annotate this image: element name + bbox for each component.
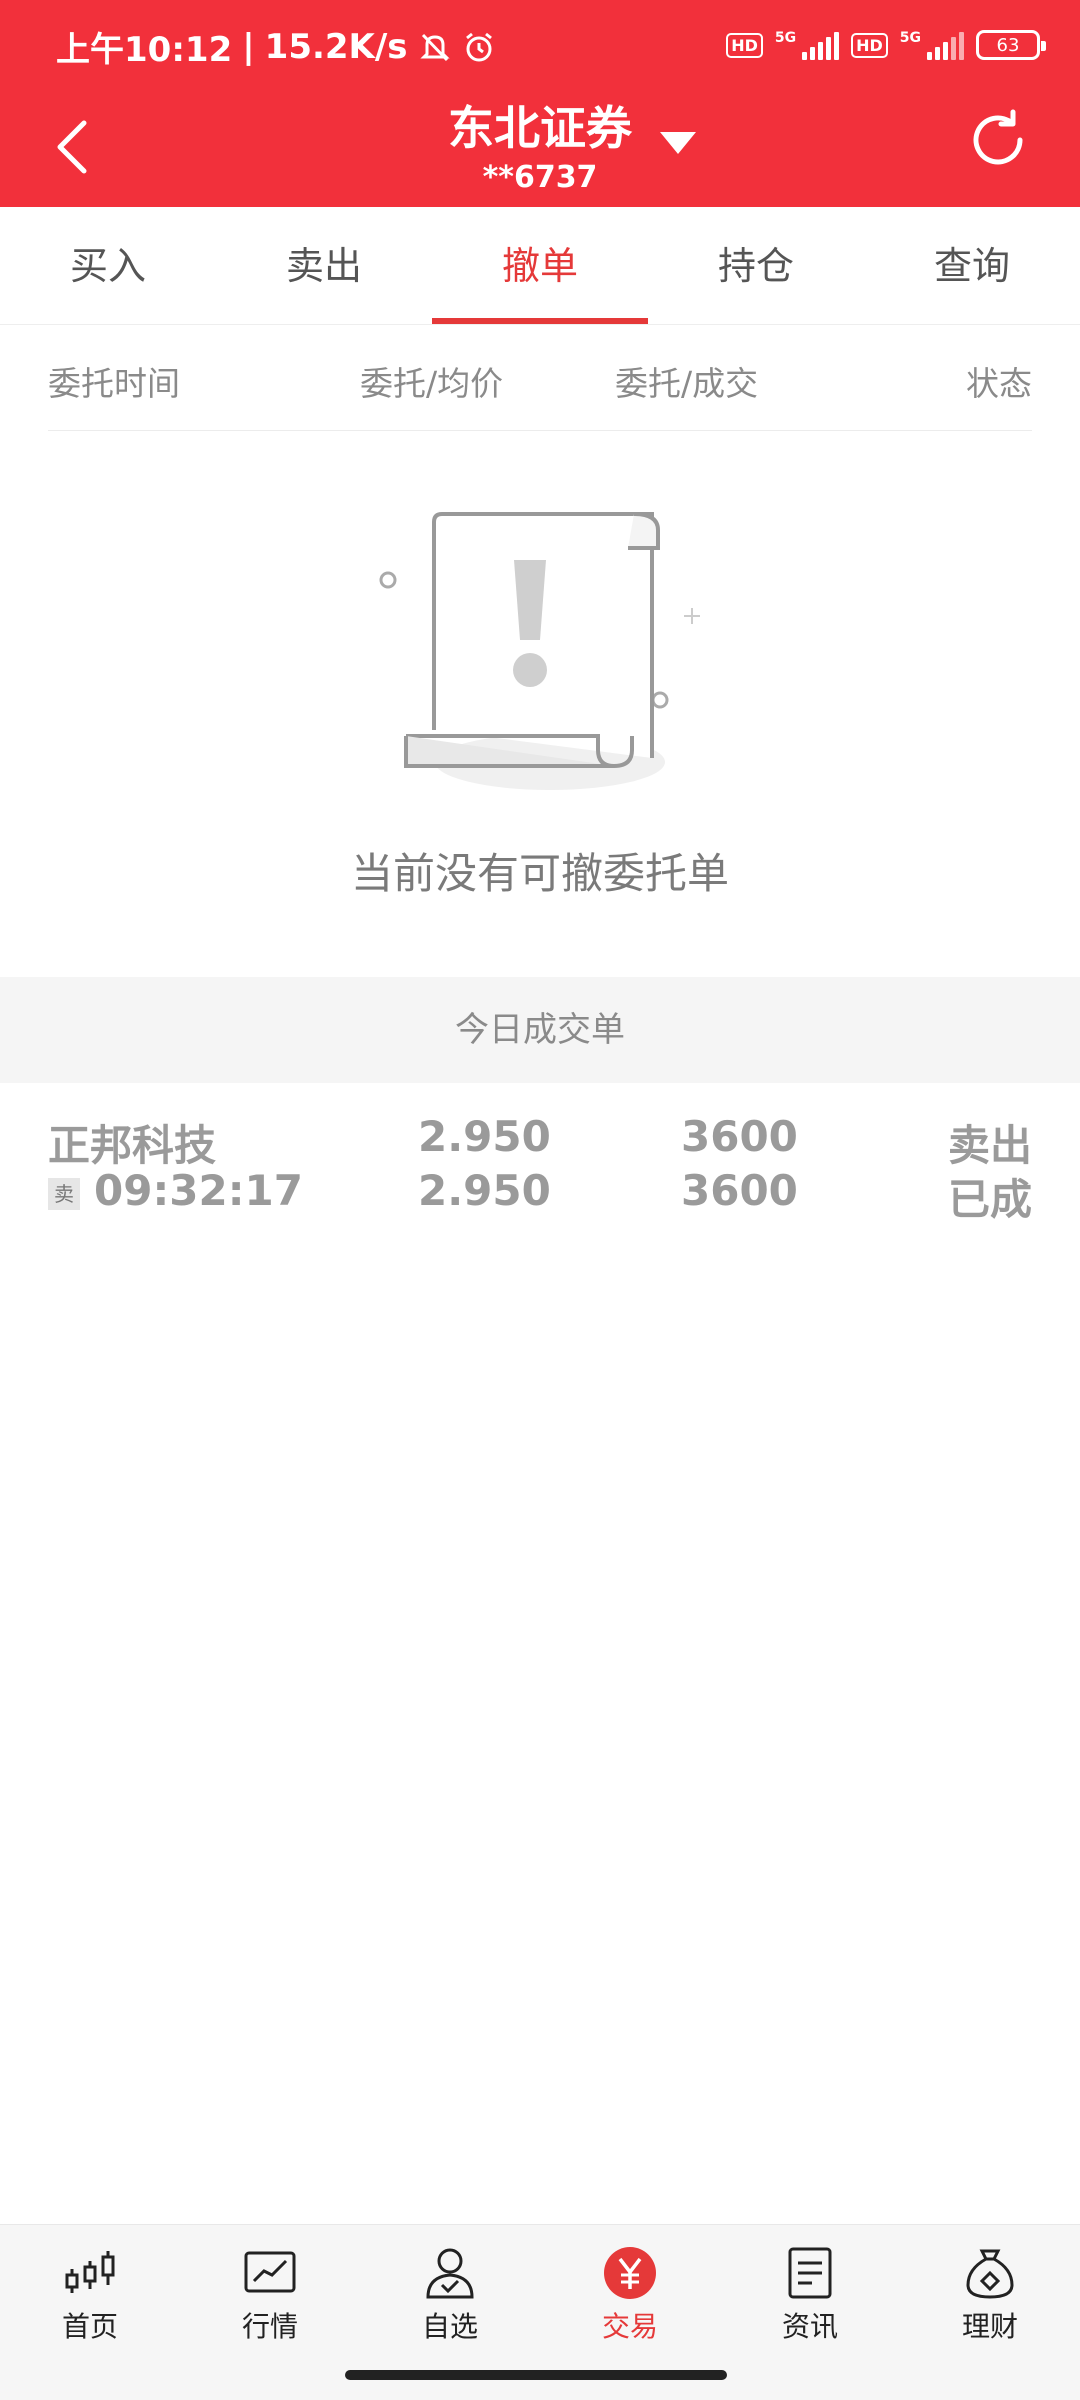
signal-icon-2 [927,30,964,60]
col-order-time: 委托时间 [48,364,180,403]
tab-sell[interactable]: 卖出 [216,207,432,324]
empty-state-message: 当前没有可撤委托单 [350,849,729,898]
sell-tag: 卖 [48,1178,80,1210]
nav-trade-label: 交易 [601,2310,658,2343]
col-order-qty: 委托/成交 [615,364,759,403]
alarm-icon [465,32,492,61]
battery-level: 63 [996,34,1020,56]
hd-badge-1: HD [726,32,763,58]
network-type-2: 5G [899,30,921,46]
nav-wealth[interactable]: 理财 [900,2225,1080,2400]
refresh-icon [973,109,1023,165]
trade-tabs: 买入 卖出 撤单 持仓 查询 [0,207,1080,325]
nav-news-label: 资讯 [781,2310,838,2343]
document-icon [788,2247,832,2299]
today-deals-header: 今日成交单 [0,977,1080,1083]
battery-icon: 63 [976,30,1046,60]
order-column-headers: 委托时间 委托/均价 委托/成交 状态 [48,325,1032,431]
status-bar: 上午10:12 | 15.2K/s HD 5G HD 5G 63 [0,0,1080,96]
nav-market-label: 行情 [241,2310,298,2343]
col-order-price: 委托/均价 [360,364,504,403]
net-speed: 15.2K/s [264,26,408,67]
yen-icon [604,2247,656,2299]
deal-time: 09:32:17 [94,1166,303,1215]
account-number: **6737 [482,160,598,195]
status-time: 上午10:12 [56,30,233,70]
order-qty: 3600 [681,1112,798,1161]
account-dropdown-icon[interactable] [660,132,696,154]
candlestick-icon [65,2251,115,2293]
broker-title[interactable]: 东北证券 [0,92,1080,158]
nav-wealth-label: 理财 [961,2310,1018,2343]
stock-name: 正邦科技 [48,1121,217,1170]
hd-badge-2: HD [851,32,888,58]
tab-buy[interactable]: 买入 [0,207,216,324]
empty-document-icon [379,512,700,790]
tab-query[interactable]: 查询 [864,207,1080,324]
mute-icon [419,33,450,61]
nav-market[interactable]: 行情 [180,2225,360,2400]
app-header: 上午10:12 | 15.2K/s HD 5G HD 5G 63 东北证券 **… [0,0,1080,207]
nav-watchlist-label: 自选 [421,2310,478,2343]
tab-cancel-order[interactable]: 撤单 [432,207,648,324]
order-price: 2.950 [418,1112,551,1161]
network-type-1: 5G [774,30,797,46]
refresh-button[interactable] [966,108,1030,172]
nav-home[interactable]: 首页 [0,2225,180,2400]
tab-holdings[interactable]: 持仓 [648,207,864,324]
trade-direction: 卖出 [947,1121,1032,1170]
signal-icon-1 [802,30,840,60]
nav-home-label: 首页 [61,2310,118,2343]
user-check-icon [426,2248,474,2299]
money-bag-icon [966,2249,1014,2299]
deal-qty: 3600 [681,1166,798,1215]
nav-news[interactable]: 资讯 [720,2225,900,2400]
deal-row[interactable]: 正邦科技 卖 09:32:17 2.950 2.950 3600 3600 卖出 … [48,1100,1032,1230]
home-indicator[interactable] [345,2370,727,2380]
col-status: 状态 [966,364,1032,403]
avg-price: 2.950 [418,1166,551,1215]
deal-status: 已成 [947,1175,1032,1224]
chart-icon [244,2251,296,2293]
